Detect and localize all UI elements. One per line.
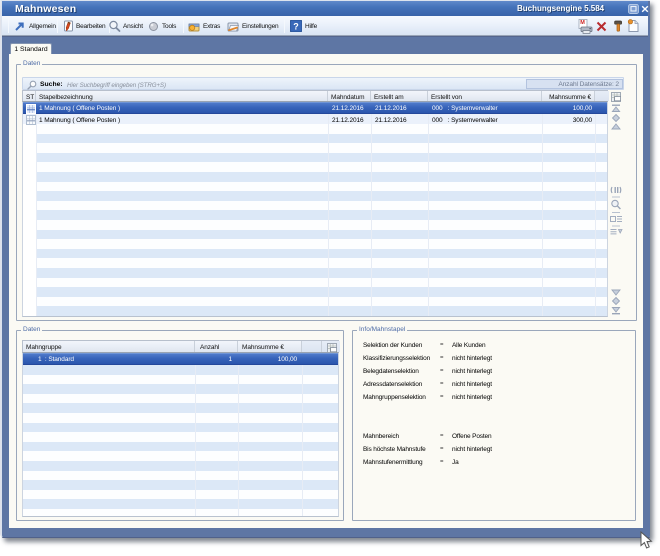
svg-text:M: M — [580, 20, 585, 26]
svg-text:?: ? — [293, 22, 299, 32]
